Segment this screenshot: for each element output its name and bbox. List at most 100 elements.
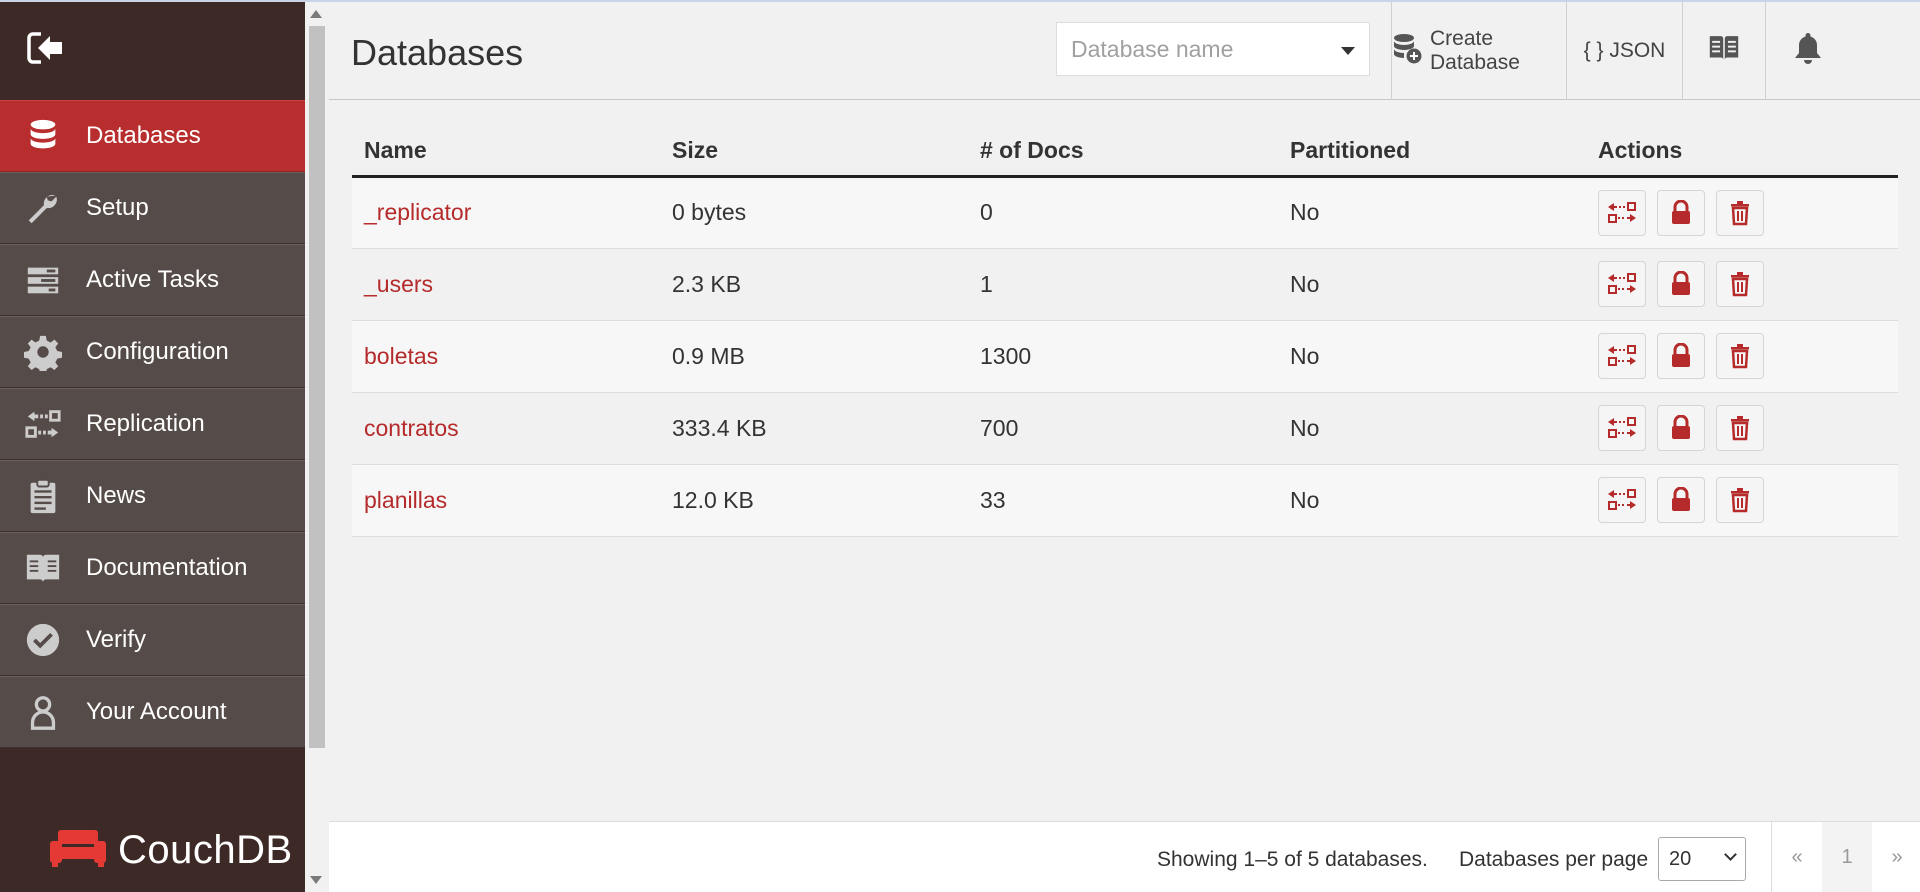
sidebar-item-configuration[interactable]: Configuration <box>0 316 305 388</box>
replication-icon <box>1608 345 1636 366</box>
replicate-button[interactable] <box>1598 333 1646 379</box>
sidebar-item-label: Documentation <box>86 554 248 581</box>
permissions-button[interactable] <box>1657 261 1705 307</box>
column-header-docs: # of Docs <box>968 126 1278 178</box>
check-circle-icon <box>0 621 86 659</box>
sidebar-item-your-account[interactable]: Your Account <box>0 676 305 748</box>
database-name-link[interactable]: contratos <box>364 415 459 441</box>
permissions-button[interactable] <box>1657 333 1705 379</box>
sidebar-item-label: Databases <box>86 122 201 149</box>
pager-page-1[interactable]: 1 <box>1822 822 1872 892</box>
sign-out-icon[interactable] <box>26 30 66 71</box>
sidebar-item-label: News <box>86 482 147 509</box>
database-doc-count: 1300 <box>968 320 1278 393</box>
permissions-button[interactable] <box>1657 405 1705 451</box>
sidebar-item-label: Setup <box>86 194 149 221</box>
sidebar-item-news[interactable]: News <box>0 460 305 532</box>
database-size: 333.4 KB <box>660 392 968 465</box>
sidebar-item-databases[interactable]: Databases <box>0 100 305 172</box>
sidebar-item-setup[interactable]: Setup <box>0 172 305 244</box>
lock-icon <box>1672 415 1690 439</box>
caret-down-icon[interactable] <box>1341 47 1355 55</box>
database-partitioned: No <box>1278 176 1586 249</box>
table-row: planillas 12.0 KB 33 No <box>352 464 1898 537</box>
trash-icon <box>1731 272 1749 297</box>
delete-button[interactable] <box>1716 333 1764 379</box>
bell-icon <box>1793 31 1823 71</box>
table-row: _replicator 0 bytes 0 No <box>352 176 1898 249</box>
sidebar-item-documentation[interactable]: Documentation <box>0 532 305 604</box>
database-name-link[interactable]: _users <box>364 271 433 297</box>
docs-book-button[interactable] <box>1682 2 1765 100</box>
database-doc-count: 33 <box>968 464 1278 537</box>
logo-text: CouchDB <box>118 828 293 872</box>
page-title: Databases <box>351 32 524 73</box>
database-search[interactable] <box>1056 22 1370 76</box>
sidebar-nav: Databases Setup Active Tasks Configurati… <box>0 100 305 748</box>
column-header-name: Name <box>352 126 660 178</box>
replication-icon <box>1608 417 1636 438</box>
replicate-button[interactable] <box>1598 477 1646 523</box>
database-name-input[interactable] <box>1057 23 1327 75</box>
couchdb-logo: CouchDB <box>48 827 293 874</box>
pager: « 1 » <box>1771 822 1920 892</box>
replicate-button[interactable] <box>1598 189 1646 236</box>
scroll-down-arrow[interactable] <box>310 876 322 884</box>
database-name-link[interactable]: _replicator <box>364 199 471 225</box>
per-page-label: Databases per page <box>1459 848 1649 871</box>
row-actions <box>1586 464 1898 537</box>
table-row: _users 2.3 KB 1 No <box>352 248 1898 321</box>
sidebar-item-verify[interactable]: Verify <box>0 604 305 676</box>
database-size: 12.0 KB <box>660 464 968 537</box>
row-actions <box>1586 392 1898 465</box>
per-page-select[interactable]: 20 <box>1658 837 1746 881</box>
replicate-button[interactable] <box>1598 261 1646 307</box>
book-icon <box>1708 33 1740 69</box>
delete-button[interactable] <box>1716 261 1764 307</box>
permissions-button[interactable] <box>1657 477 1705 523</box>
databases-table-container: Name Size # of Docs Partitioned Actions … <box>352 126 1898 537</box>
pagination-footer: Showing 1–5 of 5 databases. Databases pe… <box>329 821 1920 892</box>
lock-icon <box>1672 199 1690 224</box>
database-doc-count: 700 <box>968 392 1278 465</box>
notifications-button[interactable] <box>1765 2 1849 100</box>
page-scrollbar[interactable] <box>305 0 329 892</box>
database-icon <box>0 117 86 155</box>
sidebar-item-label: Your Account <box>86 698 227 725</box>
table-row: boletas 0.9 MB 1300 No <box>352 320 1898 393</box>
delete-button[interactable] <box>1716 477 1764 523</box>
json-button[interactable]: { } JSON <box>1566 2 1682 100</box>
permissions-button[interactable] <box>1657 189 1705 236</box>
sidebar-item-active-tasks[interactable]: Active Tasks <box>0 244 305 316</box>
pager-next[interactable]: » <box>1872 822 1920 892</box>
replicate-button[interactable] <box>1598 405 1646 451</box>
database-name-link[interactable]: planillas <box>364 487 447 513</box>
showing-count: Showing 1–5 of 5 databases. <box>1157 848 1428 871</box>
sidebar-item-replication[interactable]: Replication <box>0 388 305 460</box>
replication-icon <box>1608 489 1636 510</box>
book-icon <box>0 549 86 587</box>
gear-icon <box>0 333 86 371</box>
trash-icon <box>1731 416 1749 441</box>
database-partitioned: No <box>1278 392 1586 465</box>
sidebar-item-label: Replication <box>86 410 205 437</box>
sidebar: Databases Setup Active Tasks Configurati… <box>0 0 305 892</box>
database-size: 0.9 MB <box>660 320 968 393</box>
lock-icon <box>1672 487 1690 511</box>
scroll-up-arrow[interactable] <box>310 10 322 18</box>
delete-button[interactable] <box>1716 189 1764 236</box>
column-header-partitioned: Partitioned <box>1278 126 1586 178</box>
pager-prev[interactable]: « <box>1772 822 1822 892</box>
database-partitioned: No <box>1278 464 1586 537</box>
replication-icon <box>1608 273 1636 294</box>
database-add-icon <box>1392 32 1422 70</box>
sidebar-header <box>0 0 305 100</box>
per-page-value: 20 <box>1669 847 1692 870</box>
delete-button[interactable] <box>1716 405 1764 451</box>
database-partitioned: No <box>1278 320 1586 393</box>
page-header: Databases Create Database { } JSON <box>329 2 1920 100</box>
database-name-link[interactable]: boletas <box>364 343 438 369</box>
create-database-button[interactable]: Create Database <box>1391 2 1566 100</box>
scroll-thumb[interactable] <box>309 26 325 748</box>
row-actions <box>1586 320 1898 393</box>
